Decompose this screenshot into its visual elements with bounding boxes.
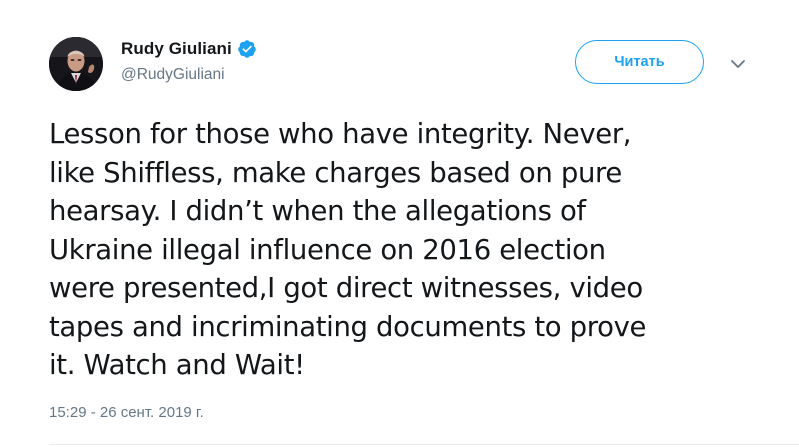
- author-name[interactable]: Rudy Giuliani: [121, 39, 232, 59]
- follow-button[interactable]: Читать: [575, 40, 704, 84]
- tweet-card: Rudy Giuliani @RudyGiuliani Читать Lesso…: [0, 0, 799, 447]
- tweet-text: Lesson for those who have integrity. Nev…: [49, 118, 647, 381]
- chevron-down-icon[interactable]: [730, 56, 746, 70]
- profile-photo-icon: [49, 37, 103, 91]
- tweet-timestamp[interactable]: 15:29 - 26 сент. 2019 г.: [49, 404, 204, 421]
- avatar[interactable]: [49, 37, 103, 91]
- author-name-row[interactable]: Rudy Giuliani: [121, 37, 257, 61]
- divider: [49, 444, 799, 445]
- author-handle[interactable]: @RudyGiuliani: [121, 66, 225, 84]
- verified-badge-icon: [237, 39, 257, 59]
